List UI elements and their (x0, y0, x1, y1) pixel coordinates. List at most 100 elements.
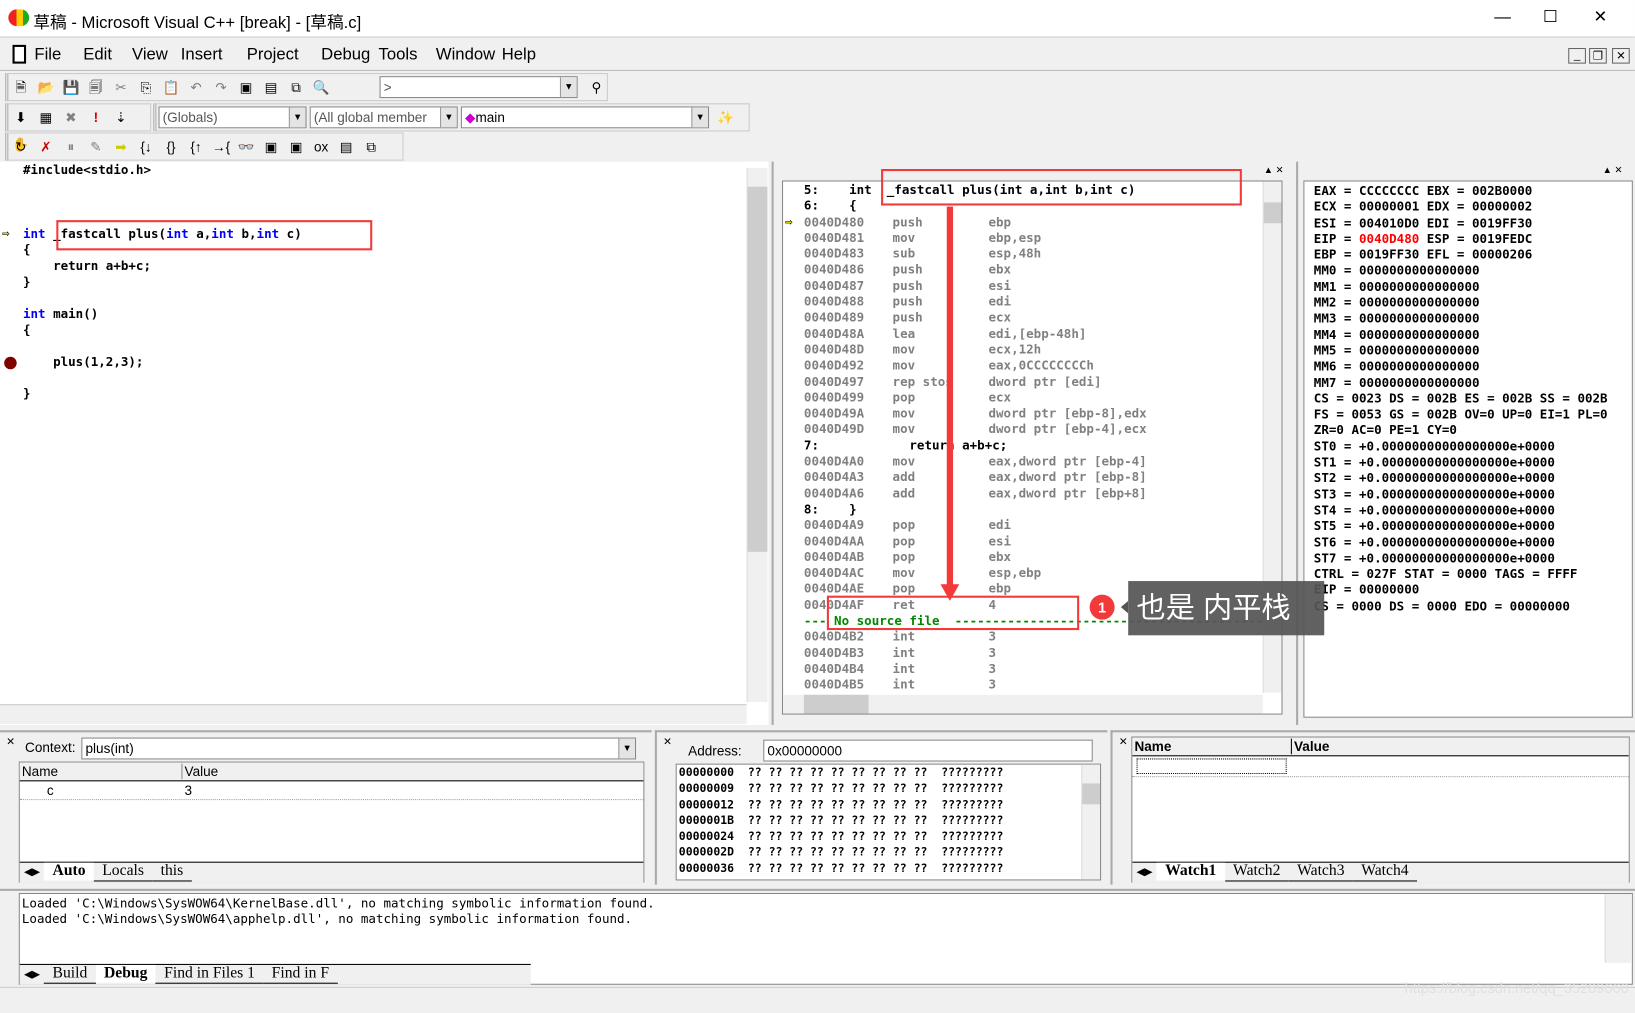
redo-icon[interactable]: ↷ (211, 77, 232, 98)
pane-close-icon[interactable]: ✕ (1119, 736, 1128, 747)
mdi-restore-button[interactable]: ❐ (1589, 47, 1607, 64)
stop-debugging-icon[interactable]: ✗ (35, 137, 56, 158)
tab-build[interactable]: Build (44, 965, 96, 984)
execute-icon[interactable]: ! (86, 107, 107, 128)
step-over-icon[interactable]: {} (161, 137, 182, 158)
registers-view[interactable]: EAX = CCCCCCCC EBX = 002B0000 ECX = 00000… (1303, 180, 1633, 718)
output-view[interactable]: Loaded 'C:\Windows\SysWOW64\KernelBase.d… (18, 892, 1633, 985)
build-icon[interactable]: ▦ (35, 107, 56, 128)
step-into-icon[interactable]: {↓ (136, 137, 157, 158)
tab-watch1[interactable]: Watch1 (1156, 862, 1225, 881)
output-vertical-scrollbar[interactable] (1604, 894, 1632, 963)
disassembly-horizontal-scrollbar[interactable] (783, 694, 1263, 714)
pane-close-icon[interactable]: ✕ (6, 736, 15, 747)
table-row[interactable]: c 3 (19, 782, 644, 801)
stop-build-icon[interactable]: ✖ (60, 107, 81, 128)
menu-project[interactable]: Project (247, 46, 299, 65)
mdi-close-button[interactable]: ✕ (1612, 47, 1630, 64)
tab-auto[interactable]: Auto (44, 862, 94, 881)
address: 0040D4A9 (803, 517, 865, 533)
address-input[interactable]: 0x00000000 (763, 739, 1093, 762)
menu-help[interactable]: Help (502, 46, 536, 65)
tab-watch3[interactable]: Watch3 (1288, 863, 1353, 882)
variables-window-icon[interactable]: ▣ (286, 137, 307, 158)
window-list-icon[interactable]: ⧉ (286, 77, 307, 98)
column-header-name[interactable]: Name (22, 764, 58, 780)
cut-icon[interactable]: ✂ (111, 77, 132, 98)
save-all-icon[interactable]: 🗐 (86, 77, 107, 98)
address: 0040D499 (803, 390, 865, 405)
paste-icon[interactable]: 📋 (161, 77, 182, 98)
menu-debug[interactable]: Debug (321, 46, 370, 65)
menu-view[interactable]: View (132, 46, 168, 65)
save-icon[interactable]: 💾 (60, 77, 81, 98)
watch-new-entry[interactable] (1136, 758, 1287, 775)
call-stack-icon[interactable]: ⧉ (361, 137, 382, 158)
memory-view[interactable]: 00000000 ?? ?? ?? ?? ?? ?? ?? ?? ?? ????… (675, 763, 1102, 881)
restart-icon[interactable]: ↻ (10, 137, 31, 158)
pane-close-icon[interactable]: ✕ (663, 736, 672, 747)
chevron-down-icon[interactable]: ▼ (691, 107, 708, 128)
undo-icon[interactable]: ↶ (186, 77, 207, 98)
close-button[interactable]: ✕ (1577, 0, 1625, 35)
menu-file[interactable]: File (34, 46, 61, 65)
source-code[interactable]: #include<stdio.h> int _fastcall plus(int … (2, 163, 302, 402)
tab-scroll-arrows[interactable]: ◀▶ (1132, 867, 1156, 878)
editor-horizontal-scrollbar[interactable] (0, 704, 747, 724)
maximize-button[interactable]: ☐ (1527, 0, 1575, 35)
apply-code-changes-icon[interactable]: ✎ (86, 137, 107, 158)
column-header-name[interactable]: Name (1134, 739, 1171, 755)
compile-icon[interactable]: ⬇ (10, 107, 31, 128)
context-combo[interactable]: plus(int) ▼ (81, 737, 637, 760)
column-header-value[interactable]: Value (1290, 738, 1329, 755)
chevron-down-icon[interactable]: ▼ (288, 107, 306, 128)
chevron-down-icon[interactable]: ▼ (440, 107, 457, 128)
wizard-wand-icon[interactable]: ✨ (715, 107, 736, 128)
find-binoculars-icon[interactable]: ⚲ (586, 77, 607, 98)
mnemonic: sub (892, 246, 916, 261)
workspace-icon[interactable]: ▣ (236, 77, 257, 98)
step-out-icon[interactable]: {↑ (186, 137, 207, 158)
pane-close-icon[interactable]: ▲ ✕ (1264, 165, 1284, 176)
tab-this[interactable]: this (152, 863, 192, 882)
memory-window-icon[interactable]: ▤ (336, 137, 357, 158)
copy-icon[interactable]: ⎘ (136, 77, 157, 98)
menu-edit[interactable]: Edit (83, 46, 112, 65)
watch-window-icon[interactable]: ▣ (261, 137, 282, 158)
menu-insert[interactable]: Insert (181, 46, 223, 65)
find-combo[interactable]: > ▼ (379, 76, 578, 99)
breakpoint-icon[interactable] (4, 356, 17, 369)
output-icon[interactable]: ▤ (261, 77, 282, 98)
register-text: ST4 = +0.00000000000000000e+0000 (1313, 502, 1555, 518)
tab-watch4[interactable]: Watch4 (1352, 863, 1417, 882)
minimize-button[interactable]: — (1479, 0, 1527, 35)
tab-find-in-f[interactable]: Find in F (263, 965, 338, 984)
open-icon[interactable]: 📂 (35, 77, 56, 98)
menu-window[interactable]: Window (436, 46, 495, 65)
registers-window-icon[interactable]: ox (311, 137, 332, 158)
tab-scroll-arrows[interactable]: ◀▶ (20, 867, 44, 878)
mdi-minimize-button[interactable]: _ (1568, 47, 1586, 64)
filter-combo[interactable]: (All global member ▼ (309, 106, 458, 129)
quickwatch-icon[interactable]: 👓 (236, 137, 257, 158)
new-file-icon[interactable]: 🗎 (10, 77, 31, 98)
chevron-down-icon[interactable]: ▼ (618, 738, 636, 759)
tab-scroll-arrows[interactable]: ◀▶ (20, 969, 44, 980)
function-combo[interactable]: ◆main ▼ (460, 106, 710, 129)
find-in-files-icon[interactable]: 🔍 (311, 77, 332, 98)
show-next-statement-icon[interactable]: ➡ (111, 137, 132, 158)
run-to-cursor-icon[interactable]: →{ (211, 137, 232, 158)
column-header-value[interactable]: Value (181, 763, 218, 780)
break-execution-icon[interactable]: ⏸ (60, 137, 81, 158)
class-combo[interactable]: (Globals) ▼ (158, 106, 307, 129)
tab-locals[interactable]: Locals (93, 863, 153, 882)
tab-find-in-files-1[interactable]: Find in Files 1 (155, 965, 264, 984)
chevron-down-icon[interactable]: ▼ (559, 77, 577, 98)
memory-vertical-scrollbar[interactable] (1081, 764, 1101, 880)
tab-watch2[interactable]: Watch2 (1224, 863, 1289, 882)
menu-tools[interactable]: Tools (379, 46, 418, 65)
editor-vertical-scrollbar[interactable] (746, 167, 768, 703)
go-icon[interactable]: ⇣ (111, 107, 132, 128)
pane-close-icon[interactable]: ▲ ✕ (1603, 165, 1623, 176)
tab-debug[interactable]: Debug (95, 964, 156, 983)
